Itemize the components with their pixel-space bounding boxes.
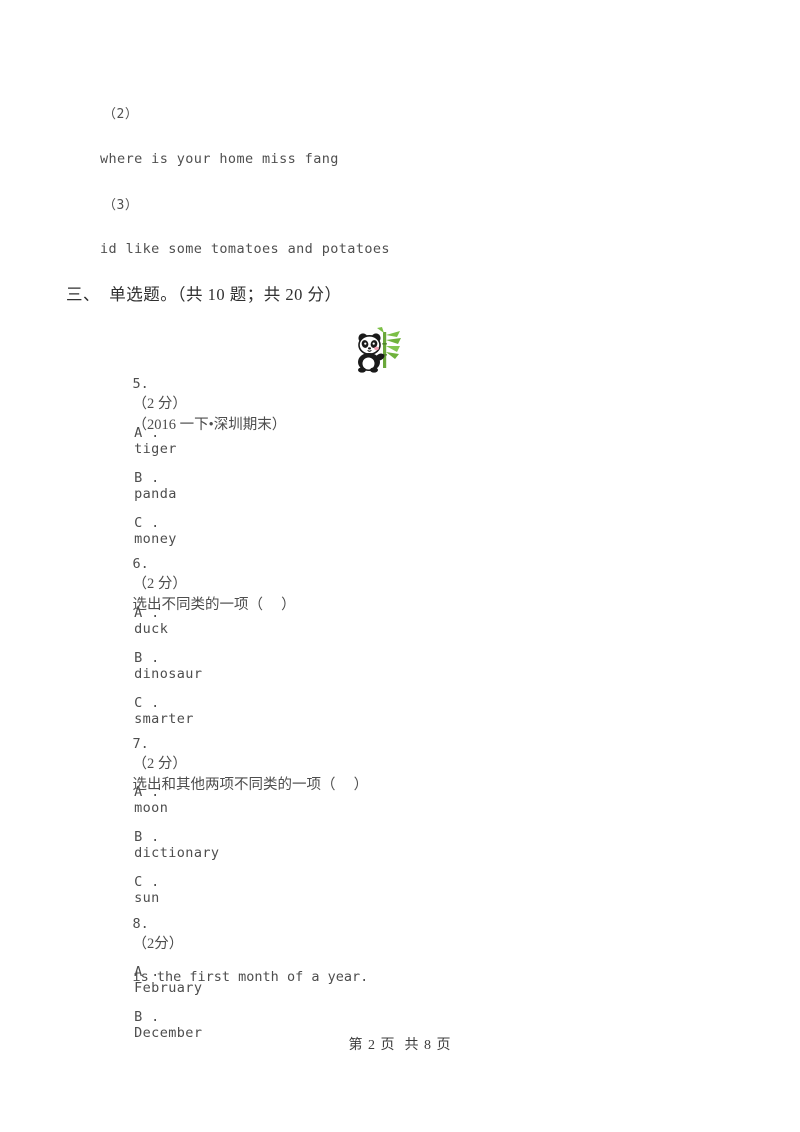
question-6-number: 6. — [132, 556, 149, 572]
question-8-number: 8. — [132, 916, 149, 932]
option-letter: A . — [134, 784, 160, 800]
sub-item-label-3: （3） — [103, 198, 139, 213]
option-letter: B . — [134, 1009, 160, 1025]
sub-item-text-3: id like some tomatoes and potatoes — [100, 241, 390, 257]
sub-item-text-2: where is your home miss fang — [100, 151, 339, 167]
option-letter: A . — [134, 425, 160, 441]
panda-illustration — [353, 326, 403, 374]
option-letter: C . — [134, 515, 160, 531]
question-5-number: 5. — [132, 376, 149, 392]
option-letter: C . — [134, 874, 160, 890]
option-letter: B . — [134, 470, 160, 486]
worksheet-page: （2） where is your home miss fang （3） id … — [0, 0, 800, 1132]
sub-item-label-2: （2） — [103, 107, 139, 122]
option-letter: B . — [134, 650, 160, 666]
option-letter: A . — [134, 964, 160, 980]
page-footer: 第 2 页 共 8 页 — [348, 1038, 452, 1053]
question-7-number: 7. — [132, 736, 149, 752]
option-letter: A . — [134, 605, 160, 621]
section-heading: 三、 单选题。（共 10 题；共 20 分） — [66, 285, 342, 304]
option-letter: B . — [134, 829, 160, 845]
option-letter: C . — [134, 695, 160, 711]
